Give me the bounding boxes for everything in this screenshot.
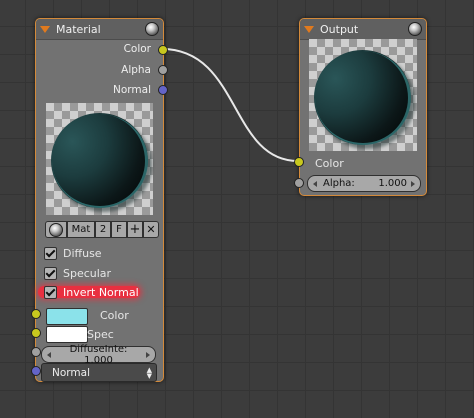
spec-input-label: Spec: [87, 328, 114, 341]
material-datablock-toolbar: Mat 2 F + ✕: [45, 221, 159, 238]
new-material-button[interactable]: +: [127, 221, 143, 238]
color-input-label: Color: [100, 309, 129, 322]
spec-swatch[interactable]: [46, 326, 88, 343]
diffuse-intensity-input-socket[interactable]: [31, 347, 41, 357]
increment-arrow-icon[interactable]: [146, 351, 150, 358]
user-count-button[interactable]: 2: [95, 221, 111, 238]
material-preview: [46, 103, 153, 215]
alpha-output-socket[interactable]: [158, 65, 168, 75]
collapse-arrow-icon[interactable]: [40, 25, 50, 33]
output-color-socket[interactable]: [294, 157, 304, 167]
plus-icon: +: [129, 222, 141, 237]
invert-normal-label: Invert Normal: [63, 285, 139, 299]
material-name-field[interactable]: Mat: [67, 221, 95, 238]
output-node-title: Output: [320, 22, 359, 36]
output-node-header[interactable]: Output: [300, 19, 426, 40]
unlink-button[interactable]: ✕: [143, 221, 159, 238]
preview-sphere-rim: [52, 114, 148, 208]
alpha-value: 1.000: [378, 178, 407, 189]
normal-dropdown-value: Normal: [52, 366, 90, 379]
color-input-socket[interactable]: [31, 309, 41, 319]
specular-checkbox-row[interactable]: Specular: [44, 265, 111, 281]
material-node-title: Material: [56, 22, 101, 36]
decrement-arrow-icon[interactable]: [47, 351, 51, 358]
updown-arrows-icon: ▲ ▼: [146, 365, 152, 380]
output-color-label: Color: [123, 43, 151, 55]
material-sphere-icon: [49, 222, 63, 237]
material-browse-button[interactable]: [45, 221, 67, 238]
preview-toggle-icon[interactable]: [408, 22, 422, 36]
normal-input-socket[interactable]: [31, 366, 41, 376]
close-icon: ✕: [146, 223, 156, 236]
output-node[interactable]: Output Color Alpha: 1.000: [299, 18, 427, 196]
fake-user-button[interactable]: F: [111, 221, 127, 238]
invert-normal-checkbox-row[interactable]: Invert Normal: [44, 284, 139, 300]
specular-label: Specular: [63, 266, 112, 280]
diffuse-checkbox-row[interactable]: Diffuse: [44, 245, 102, 261]
output-preview: [309, 39, 417, 151]
output-alpha-socket[interactable]: [294, 178, 304, 188]
specular-checkbox[interactable]: [44, 266, 57, 280]
increment-arrow-icon[interactable]: [411, 180, 415, 187]
diffuse-checkbox[interactable]: [44, 246, 57, 260]
color-swatch[interactable]: [46, 308, 88, 325]
diffuse-intensity-field[interactable]: DiffuseInte: 1.000: [41, 344, 156, 366]
output-normal-label: Normal: [113, 84, 151, 96]
normal-dropdown[interactable]: Normal ▲ ▼: [41, 363, 157, 382]
color-output-socket[interactable]: [158, 45, 168, 55]
decrement-arrow-icon[interactable]: [313, 180, 317, 187]
preview-toggle-icon[interactable]: [145, 22, 159, 36]
spec-input-socket[interactable]: [31, 328, 41, 338]
material-node[interactable]: Material Color Alpha Normal Mat 2 F + ✕ …: [35, 18, 164, 382]
material-node-header[interactable]: Material: [36, 19, 163, 40]
diffuse-label: Diffuse: [63, 246, 102, 260]
alpha-label: Alpha:: [323, 178, 355, 189]
output-color-input-label: Color: [315, 157, 344, 170]
alpha-field[interactable]: Alpha: 1.000: [307, 175, 421, 192]
collapse-arrow-icon[interactable]: [304, 25, 314, 33]
output-preview-sphere-rim: [315, 51, 411, 145]
invert-normal-checkbox[interactable]: [44, 285, 57, 299]
normal-output-socket[interactable]: [158, 85, 168, 95]
output-alpha-label: Alpha: [121, 64, 151, 76]
